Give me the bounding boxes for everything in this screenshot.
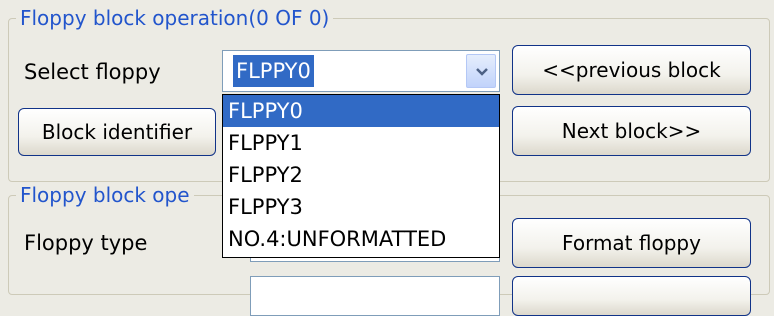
dropdown-option-flppy0[interactable]: FLPPY0	[223, 95, 499, 127]
floppy-block-operation-title: Floppy block operation(0 OF 0)	[16, 6, 334, 30]
floppy-dropdown-list: FLPPY0 FLPPY1 FLPPY2 FLPPY3 NO.4:UNFORMA…	[222, 94, 500, 258]
dropdown-option-flppy3[interactable]: FLPPY3	[223, 191, 499, 223]
floppy-type-label: Floppy type	[24, 231, 148, 255]
dropdown-option-flppy1[interactable]: FLPPY1	[223, 127, 499, 159]
floppy-select-combobox[interactable]: FLPPY0	[222, 50, 500, 92]
previous-block-button[interactable]: <<previous block	[512, 45, 751, 95]
dropdown-option-unformatted[interactable]: NO.4:UNFORMATTED	[223, 223, 499, 255]
format-floppy-button[interactable]: Format floppy	[512, 218, 751, 268]
chevron-down-icon[interactable]	[466, 54, 496, 88]
dropdown-option-flppy2[interactable]: FLPPY2	[223, 159, 499, 191]
next-row-button[interactable]	[512, 276, 751, 316]
floppy-select-value: FLPPY0	[233, 55, 314, 87]
select-floppy-label: Select floppy	[24, 60, 161, 84]
block-identifier-button[interactable]: Block identifier	[18, 108, 216, 156]
floppy-block-operation-title-2: Floppy block ope	[16, 183, 194, 207]
next-block-button[interactable]: Next block>>	[512, 106, 751, 156]
floppy-next-field[interactable]	[250, 276, 500, 316]
